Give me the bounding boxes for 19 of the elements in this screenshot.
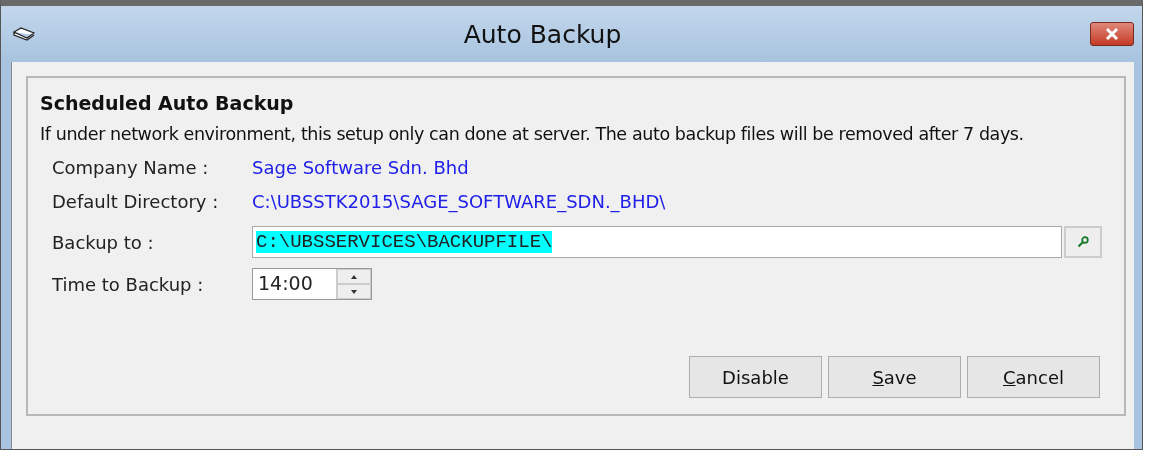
close-icon[interactable] bbox=[1105, 28, 1119, 40]
browse-button[interactable] bbox=[1064, 226, 1102, 258]
dialog-button[interactable]: Save bbox=[828, 356, 961, 398]
group-title: Scheduled Auto Backup bbox=[40, 92, 295, 114]
search-icon[interactable] bbox=[1077, 236, 1089, 248]
note-text: If under network environment, this setup only can done at server. The auto backup files will be removed after 7 days. bbox=[40, 124, 1025, 144]
backup-path-field[interactable]: C:\UBSSERVICES\BACKUPFILE\ bbox=[252, 226, 1062, 258]
field-label: Company Name : bbox=[52, 157, 210, 178]
field-label: Backup to : bbox=[52, 231, 155, 253]
close-button[interactable] bbox=[1090, 22, 1134, 46]
dialog-button[interactable]: Cancel bbox=[967, 356, 1100, 398]
field-value: Sage Software Sdn. Bhd bbox=[252, 157, 469, 178]
field-label: Default Directory : bbox=[52, 191, 220, 212]
window-title: Auto Backup bbox=[462, 19, 623, 49]
time-spinner[interactable]: 14:00 bbox=[252, 268, 372, 300]
dialog-button[interactable]: Disable bbox=[689, 356, 822, 398]
book-icon bbox=[13, 27, 35, 41]
field-label: Time to Backup : bbox=[52, 273, 205, 295]
field-value: C:\UBSSTK2015\SAGE_SOFTWARE_SDN._BHD\ bbox=[252, 191, 666, 212]
